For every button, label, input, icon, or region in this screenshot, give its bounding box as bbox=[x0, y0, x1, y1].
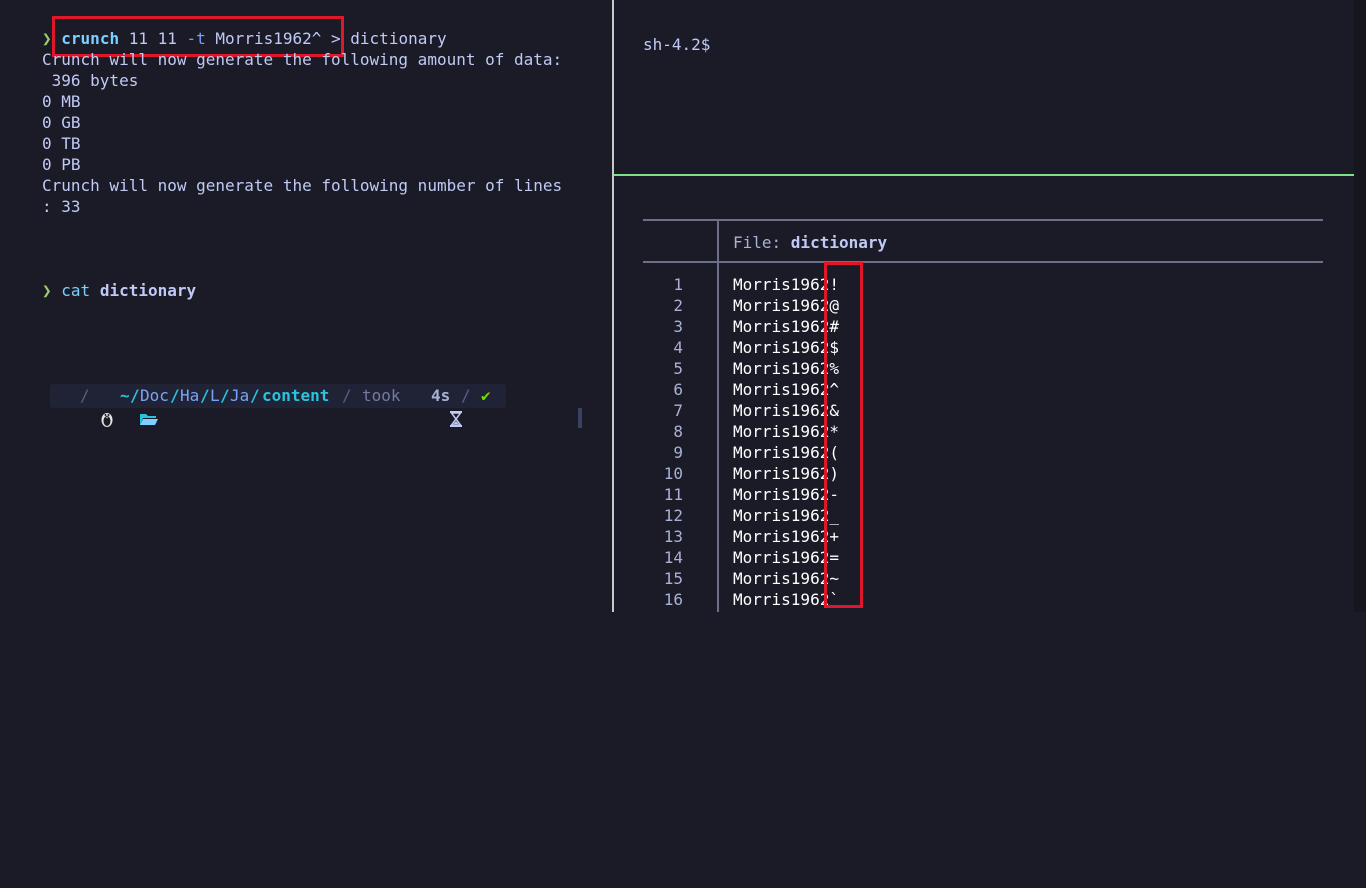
prompt-status-bar: / ~ / Doc / Ha / L / Ja / content / took… bbox=[50, 384, 506, 427]
command-program: cat bbox=[61, 281, 91, 300]
output-line: 0 TB bbox=[42, 134, 81, 153]
path-segment: L bbox=[210, 386, 220, 405]
prompt-arrow-icon: ❯ bbox=[42, 29, 52, 48]
line-number: 8 bbox=[673, 422, 683, 441]
cat-command-line: ❯ cat dictionary bbox=[42, 280, 196, 301]
shell-prompt: sh-4.2$ bbox=[643, 35, 711, 54]
line-number: 11 bbox=[663, 485, 683, 504]
output-line: : 33 bbox=[42, 197, 81, 216]
took-label: took bbox=[362, 386, 401, 405]
bat-file-header: File: dictionary bbox=[733, 231, 887, 255]
output-line: 396 bytes bbox=[42, 71, 139, 90]
line-number: 2 bbox=[673, 296, 683, 315]
path-current: content bbox=[262, 386, 330, 405]
output-line: 0 MB bbox=[42, 92, 81, 111]
line-number: 12 bbox=[663, 506, 683, 525]
path-segment: Ja bbox=[230, 386, 250, 405]
right-top-terminal-pane[interactable] bbox=[614, 0, 1354, 174]
bat-top-rule bbox=[643, 219, 1323, 221]
line-number: 16 bbox=[663, 590, 683, 609]
command-arg: dictionary bbox=[99, 281, 197, 300]
line-number: 15 bbox=[663, 569, 683, 588]
line-number: 14 bbox=[663, 548, 683, 567]
command-duration: 4s bbox=[431, 386, 451, 405]
command-redirect: > dictionary bbox=[331, 29, 447, 48]
line-number: 7 bbox=[673, 401, 683, 420]
right-bottom-terminal-pane[interactable] bbox=[614, 176, 1354, 612]
window-scroll-strip[interactable] bbox=[1354, 0, 1366, 612]
output-line: Crunch will now generate the following n… bbox=[42, 176, 563, 195]
output-line: Crunch will now generate the following a… bbox=[42, 50, 563, 69]
line-number: 3 bbox=[673, 317, 683, 336]
bat-gutter-rule bbox=[717, 219, 719, 612]
prompt-arrow-icon: ❯ bbox=[42, 281, 52, 300]
line-number: 13 bbox=[663, 527, 683, 546]
file-name: dictionary bbox=[790, 233, 888, 252]
annotation-highlight-column bbox=[824, 262, 863, 608]
output-line: 0 PB bbox=[42, 155, 81, 174]
segment-separator: / bbox=[461, 386, 471, 405]
terminal-cursor bbox=[578, 408, 582, 428]
line-number: 4 bbox=[673, 338, 683, 357]
line-number: 5 bbox=[673, 359, 683, 378]
line-number: 9 bbox=[673, 443, 683, 462]
segment-separator: / bbox=[342, 386, 352, 405]
file-label: File: bbox=[733, 233, 791, 252]
bat-header-rule bbox=[643, 261, 1323, 263]
line-number: 10 bbox=[663, 464, 683, 483]
line-number: 6 bbox=[673, 380, 683, 399]
path-segment: Doc bbox=[140, 386, 169, 405]
success-check-icon: ✔ bbox=[481, 386, 491, 405]
line-number: 1 bbox=[673, 275, 683, 294]
segment-separator: / bbox=[80, 386, 90, 405]
path-home: ~ bbox=[120, 386, 130, 405]
output-line: 0 GB bbox=[42, 113, 81, 132]
path-segment: Ha bbox=[180, 386, 200, 405]
left-terminal-pane[interactable] bbox=[0, 0, 612, 612]
